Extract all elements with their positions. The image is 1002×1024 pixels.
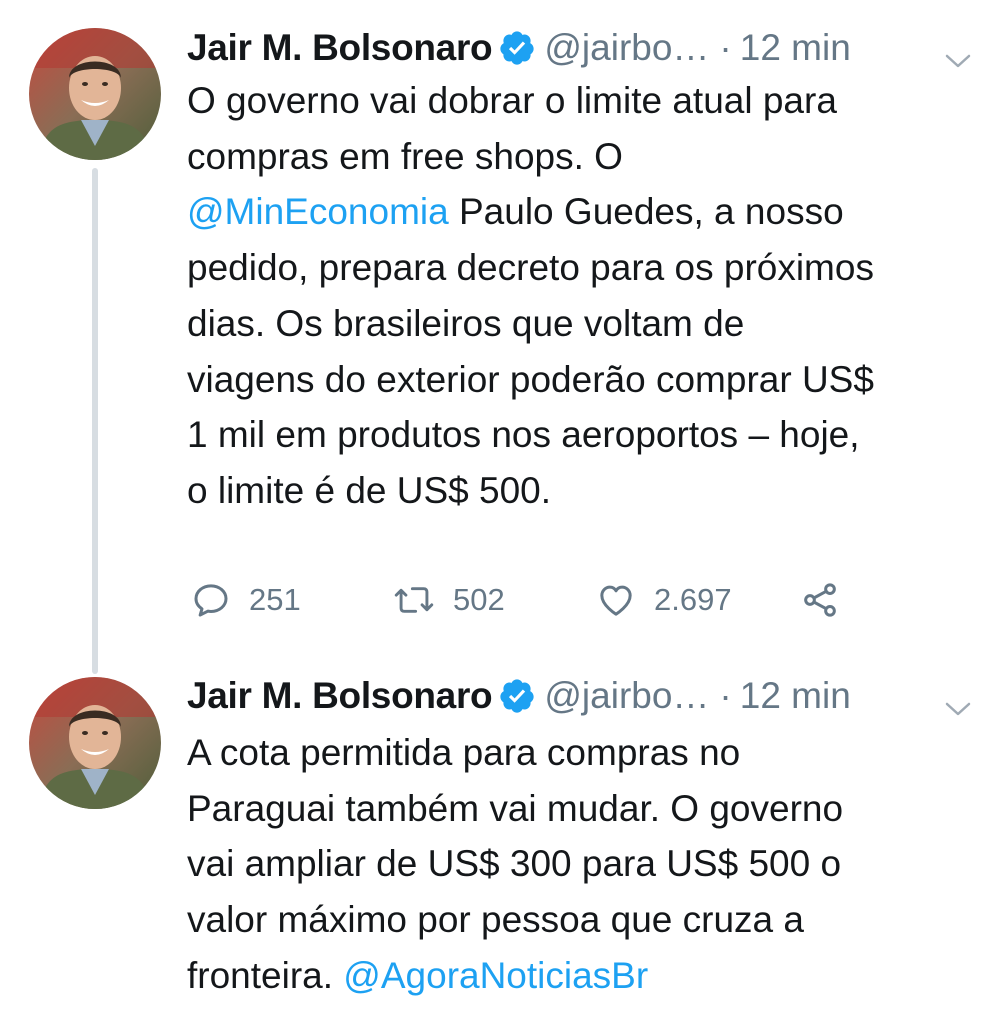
mention-link[interactable]: @MinEconomia: [187, 191, 449, 232]
verified-badge-icon: [498, 677, 536, 715]
like-icon: [596, 580, 636, 620]
retweet-count: 502: [453, 582, 505, 617]
tweet-text-line: O governo vai dobrar o limite atual para: [187, 73, 987, 129]
retweet-icon: [393, 580, 435, 620]
author-handle[interactable]: @jairbo…: [544, 27, 709, 69]
tweet-text-line: fronteira. @AgoraNoticiasBr: [187, 948, 987, 1004]
author-handle[interactable]: @jairbo…: [544, 675, 709, 717]
tweet-text-line: pedido, prepara decreto para os próximos: [187, 240, 987, 296]
text-segment: viagens do exterior poderão comprar US$: [187, 358, 874, 400]
share-icon: [800, 580, 840, 620]
separator: ·: [719, 27, 732, 68]
chevron-down-icon[interactable]: [944, 686, 972, 716]
text-segment: compras em free shops. O: [187, 135, 623, 177]
tweet-text-line: 1 mil em produtos nos aeroportos – hoje,: [187, 407, 987, 463]
chevron-down-icon[interactable]: [944, 38, 972, 68]
like-button[interactable]: 2.697: [596, 575, 732, 625]
retweet-button[interactable]: 502: [393, 575, 505, 625]
tweet-text-line: @MinEconomia Paulo Guedes, a nosso: [187, 184, 987, 240]
avatar[interactable]: [29, 677, 161, 809]
tweet[interactable]: Jair M. Bolsonaro @jairbo… · 12 min A co…: [0, 660, 1002, 1024]
tweet-header: Jair M. Bolsonaro @jairbo… · 12 min: [187, 668, 982, 724]
tweet-text: O governo vai dobrar o limite atual para…: [187, 73, 987, 519]
tweet-text-line: A cota permitida para compras no: [187, 725, 987, 781]
thread-connector: [92, 168, 98, 674]
text-segment: dias. Os brasileiros que voltam de: [187, 302, 745, 344]
tweet-actions: 251 502 2.697: [187, 575, 887, 625]
text-segment: O governo vai dobrar o limite atual para: [187, 80, 837, 121]
verified-badge-icon: [498, 29, 536, 67]
text-segment: 1 mil em produtos nos aeroportos – hoje,: [187, 414, 860, 456]
reply-icon: [191, 580, 231, 620]
reply-button[interactable]: 251: [191, 575, 301, 625]
author-name[interactable]: Jair M. Bolsonaro: [187, 675, 493, 717]
avatar[interactable]: [29, 28, 161, 160]
author-name[interactable]: Jair M. Bolsonaro: [187, 27, 493, 69]
timestamp[interactable]: 12 min: [740, 27, 851, 69]
text-segment: Paraguai também vai mudar. O governo: [187, 787, 844, 829]
tweet-text-line: viagens do exterior poderão comprar US$: [187, 352, 987, 408]
tweet-text-line: vai ampliar de US$ 300 para US$ 500 o: [187, 836, 987, 892]
text-segment: valor máximo por pessoa que cruza a: [187, 899, 804, 941]
tweet-text-line: dias. Os brasileiros que voltam de: [187, 296, 987, 352]
text-segment: o limite é de US$ 500.: [187, 469, 552, 511]
like-count: 2.697: [654, 582, 732, 617]
separator: ·: [719, 675, 732, 716]
tweet-text: A cota permitida para compras no Paraguai…: [187, 725, 987, 1004]
reply-count: 251: [249, 582, 301, 617]
mention-link[interactable]: @AgoraNoticiasBr: [343, 955, 648, 996]
share-button[interactable]: [800, 575, 840, 625]
tweet[interactable]: Jair M. Bolsonaro @jairbo… · 12 min O go…: [0, 0, 1002, 674]
text-segment: vai ampliar de US$ 300 para US$ 500 o: [187, 843, 842, 885]
tweet-text-line: o limite é de US$ 500.: [187, 463, 987, 519]
timestamp[interactable]: 12 min: [740, 675, 851, 717]
text-segment: Paulo Guedes, a nosso: [448, 191, 844, 233]
tweet-text-line: valor máximo por pessoa que cruza a: [187, 892, 987, 948]
text-segment: A cota permitida para compras no: [187, 732, 741, 773]
text-segment: fronteira.: [187, 954, 344, 996]
tweet-text-line: compras em free shops. O: [187, 129, 987, 185]
text-segment: pedido, prepara decreto para os próximos: [187, 247, 874, 289]
tweet-header: Jair M. Bolsonaro @jairbo… · 12 min: [187, 20, 982, 76]
tweet-text-line: Paraguai também vai mudar. O governo: [187, 781, 987, 837]
